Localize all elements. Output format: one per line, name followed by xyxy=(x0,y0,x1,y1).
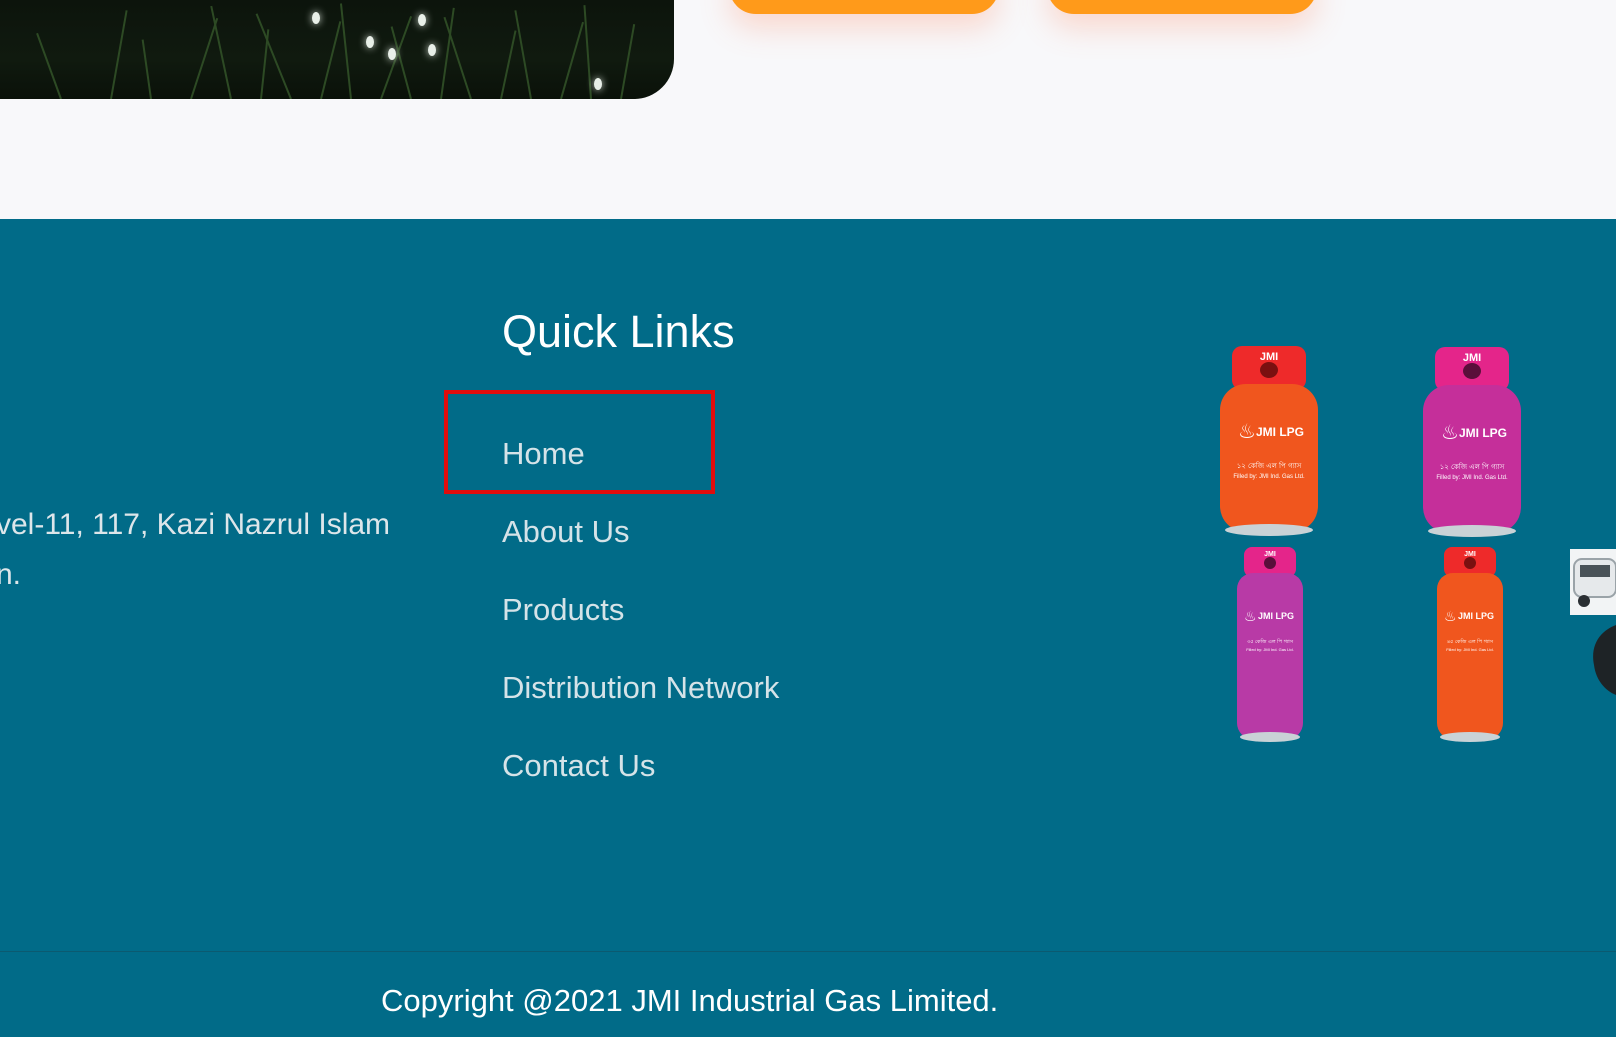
cylinder-valve xyxy=(1260,362,1278,378)
address-line-2: n. xyxy=(0,558,22,591)
cylinder-brand-top: JMI xyxy=(1464,551,1476,558)
cylinder-bangla-text: ৪৫ কেজি এল পি গ্যাস xyxy=(1447,639,1494,645)
quick-link-distribution-label[interactable]: Distribution Network xyxy=(502,670,779,705)
cylinder-body xyxy=(1237,573,1303,739)
cylinder-body xyxy=(1220,384,1318,532)
footer: vel-11, 117, Kazi Nazrul Islam n. Quick … xyxy=(0,219,1616,951)
cylinder-base xyxy=(1225,524,1313,536)
cylinder-filled-by: Filled by: JMI Ind. Gas Ltd. xyxy=(1446,647,1494,652)
footer-bottom-bar: Copyright @2021 JMI Industrial Gas Limit… xyxy=(0,951,1616,1037)
copyright-text: Copyright @2021 JMI Industrial Gas Limit… xyxy=(381,983,999,1018)
grass-blade xyxy=(560,21,585,99)
flame-icon: ♨ xyxy=(1244,608,1257,624)
top-section xyxy=(0,0,1616,219)
cylinder-valve xyxy=(1463,363,1481,379)
grass-blade xyxy=(514,10,532,99)
quick-link-contact[interactable]: Contact Us xyxy=(502,748,655,784)
light-reflection xyxy=(594,78,602,90)
cylinder-body xyxy=(1437,573,1503,739)
quick-link-products[interactable]: Products xyxy=(502,592,624,628)
quick-link-distribution[interactable]: Distribution Network xyxy=(502,670,779,706)
light-reflection xyxy=(312,12,320,24)
grass-blade xyxy=(110,10,128,99)
flame-icon: ♨ xyxy=(1444,608,1457,624)
cylinder-label: JMI LPG xyxy=(1258,611,1294,621)
grass-blade xyxy=(339,3,352,99)
light-reflection xyxy=(388,48,396,60)
cylinder-base xyxy=(1240,732,1300,742)
cylinder-base xyxy=(1440,732,1500,742)
orange-action-button-1[interactable] xyxy=(729,0,999,14)
quick-link-contact-label[interactable]: Contact Us xyxy=(502,748,655,783)
cylinder-valve xyxy=(1264,557,1276,569)
grass-blade xyxy=(583,5,592,99)
lpg-cylinder-12kg-orange: JMI ♨ JMI LPG ১২ কেজি এল পি গ্যাস Filled… xyxy=(1220,346,1318,536)
grass-blade xyxy=(440,7,455,99)
light-reflection xyxy=(366,36,374,48)
selection-highlight-box xyxy=(444,390,715,494)
address-line-1: vel-11, 117, Kazi Nazrul Islam xyxy=(0,508,391,541)
lpg-cylinder-12kg-pink: JMI ♨ JMI LPG ১২ কেজি এল পি গ্যাস Filled… xyxy=(1423,347,1521,537)
cylinder-valve xyxy=(1464,557,1476,569)
cylinder-filled-by: Filled by: JMI Ind. Gas Ltd. xyxy=(1233,474,1305,480)
grass-blade xyxy=(141,39,152,99)
cylinder-bangla-text: ১২ কেজি এল পি গ্যাস xyxy=(1440,463,1505,471)
grass-blade xyxy=(210,5,232,99)
quick-links-title: Quick Links xyxy=(502,306,735,357)
grass-blade xyxy=(190,17,219,99)
cylinder-bangla-text: ১২ কেজি এল পি গ্যাস xyxy=(1237,462,1302,470)
cylinder-label: JMI LPG xyxy=(1256,425,1304,439)
device-thumbnail xyxy=(1593,625,1616,695)
cylinder-body xyxy=(1423,385,1521,533)
orange-action-button-2[interactable] xyxy=(1047,0,1317,14)
cylinder-label: JMI LPG xyxy=(1459,426,1507,440)
grass-blade xyxy=(320,21,342,99)
flame-icon: ♨ xyxy=(1441,422,1459,444)
quick-link-about[interactable]: About Us xyxy=(502,514,630,550)
grass-blade xyxy=(620,23,636,99)
cylinder-brand-top: JMI xyxy=(1264,551,1276,558)
cylinder-brand-top: JMI xyxy=(1463,352,1481,364)
cylinder-brand-top: JMI xyxy=(1260,351,1278,363)
grass-blade xyxy=(500,30,517,99)
flame-icon: ♨ xyxy=(1238,421,1256,443)
quick-link-products-label[interactable]: Products xyxy=(502,592,624,627)
light-reflection xyxy=(418,14,426,26)
hero-image xyxy=(0,0,674,99)
cylinder-filled-by: Filled by: JMI Ind. Gas Ltd. xyxy=(1246,647,1294,652)
light-reflection xyxy=(428,44,436,56)
cylinder-bangla-text: ৩৫ কেজি এল পি গ্যাস xyxy=(1247,639,1294,645)
vehicle-thumbnail xyxy=(1570,549,1616,615)
cylinder-filled-by: Filled by: JMI Ind. Gas Ltd. xyxy=(1436,475,1508,481)
company-address: vel-11, 117, Kazi Nazrul Islam n. xyxy=(0,500,390,600)
cylinder-label: JMI LPG xyxy=(1458,611,1494,621)
lpg-cylinder-45kg-orange: JMI ♨ JMI LPG ৪৫ কেজি এল পি গ্যাস Filled… xyxy=(1437,547,1503,742)
lpg-cylinder-35kg-purple: JMI ♨ JMI LPG ৩৫ কেজি এল পি গ্যাস Filled… xyxy=(1237,547,1303,742)
grass-blade xyxy=(36,32,62,99)
cylinder-base xyxy=(1428,525,1516,537)
quick-link-about-label[interactable]: About Us xyxy=(502,514,630,549)
